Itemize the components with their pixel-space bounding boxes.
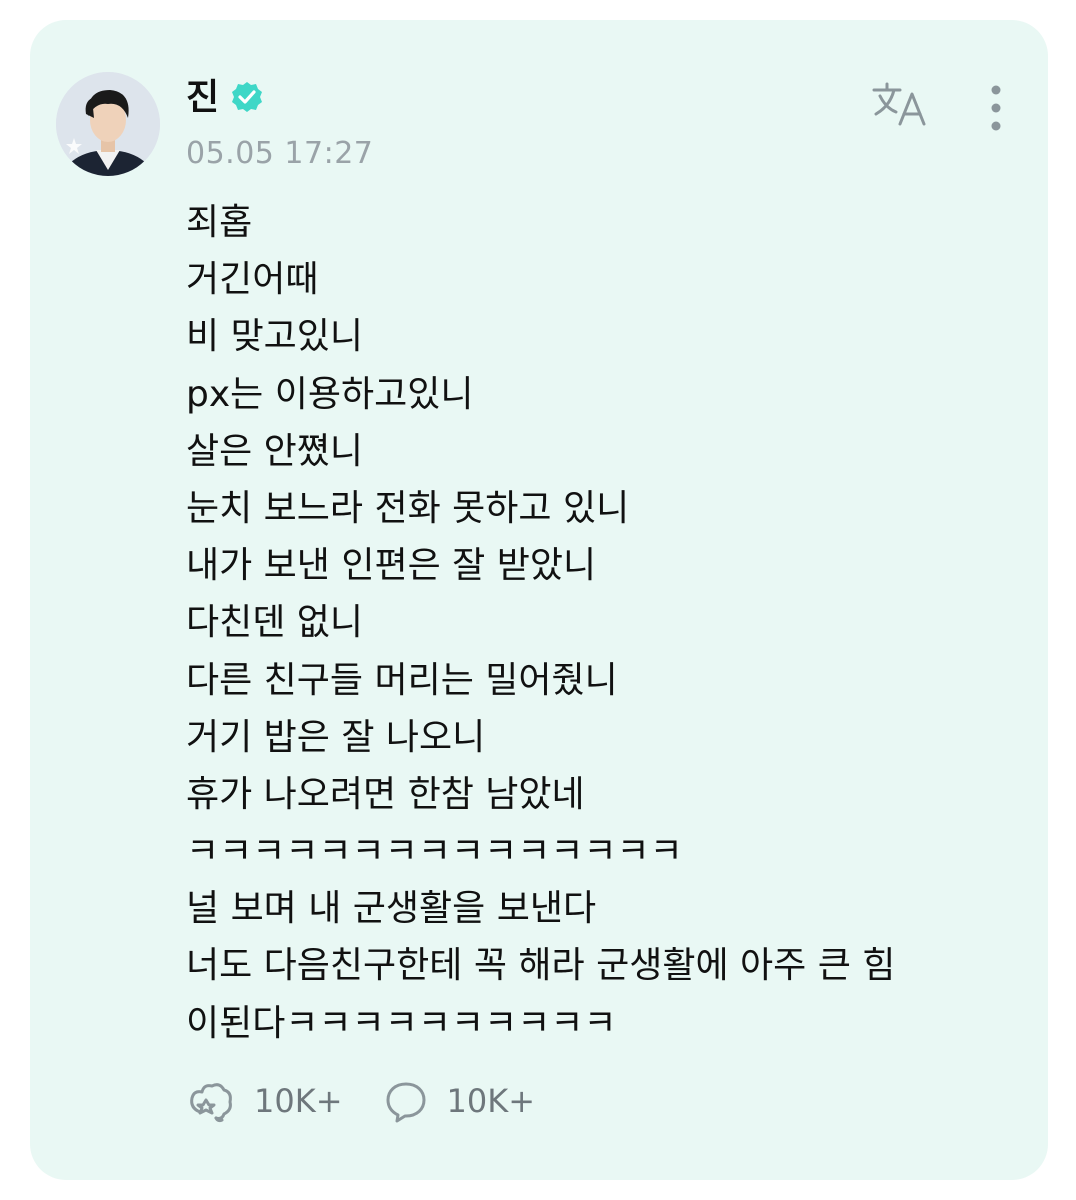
post-body-line: 이된다ㅋㅋㅋㅋㅋㅋㅋㅋㅋㅋ — [186, 1002, 617, 1044]
comment-icon — [386, 1082, 426, 1123]
post-body: 죄홉 거긴어때 비 맞고있니 px는 이용하고있니 살은 안쪘니 눈치 보느라 … — [186, 194, 1026, 1052]
profile-photo-icon — [56, 72, 160, 176]
post-body-line: 거기 밥은 잘 나오니 — [186, 716, 486, 758]
post-timestamp: 05.05 17:27 — [186, 136, 374, 171]
post-body-line: 눈치 보느라 전화 못하고 있니 — [186, 487, 630, 529]
post-body-line: 널 보며 내 군생활을 보낸다 — [186, 888, 597, 930]
post-body-line: 죄홉 — [186, 202, 253, 243]
like-count: 10K+ — [254, 1082, 343, 1120]
like-icon — [190, 1083, 232, 1123]
author-avatar[interactable] — [56, 72, 160, 176]
post-body-line: 내가 보낸 인편은 잘 받았니 — [186, 545, 597, 587]
post-body-line: 너도 다음친구한테 꼭 해라 군생활에 아주 큰 힘 — [186, 945, 896, 987]
post-body-line: 다친덴 없니 — [186, 602, 364, 644]
post-body-line: ㅋㅋㅋㅋㅋㅋㅋㅋㅋㅋㅋㅋㅋㅋㅋ — [186, 831, 683, 873]
post-body-line: 살은 안쪘니 — [186, 430, 364, 472]
author-name[interactable]: 진 — [186, 76, 219, 120]
post-body-line: 비 맞고있니 — [186, 316, 364, 358]
more-vertical-icon — [991, 85, 1001, 131]
comment-count: 10K+ — [446, 1082, 536, 1120]
post-body-line: 거긴어때 — [186, 259, 319, 301]
post-body-line: 다른 친구들 머리는 밀어줬니 — [186, 659, 618, 701]
translate-button[interactable] — [870, 78, 934, 134]
more-options-button[interactable] — [982, 80, 1010, 136]
post-card: 진 05.05 17:27 죄홉 거긴어때 비 맞고있니 px는 이용하고있니 … — [30, 20, 1048, 1180]
verified-badge-icon — [232, 82, 263, 112]
author-row: 진 — [186, 76, 265, 120]
post-body-line: 휴가 나오려면 한참 남았네 — [186, 773, 585, 815]
post-body-line: px는 이용하고있니 — [186, 373, 474, 415]
comment-button[interactable]: 10K+ — [383, 1076, 536, 1126]
like-button[interactable]: 10K+ — [186, 1076, 343, 1126]
translate-icon — [872, 82, 926, 126]
post-actions: 10K+ 10K+ — [186, 1076, 575, 1126]
